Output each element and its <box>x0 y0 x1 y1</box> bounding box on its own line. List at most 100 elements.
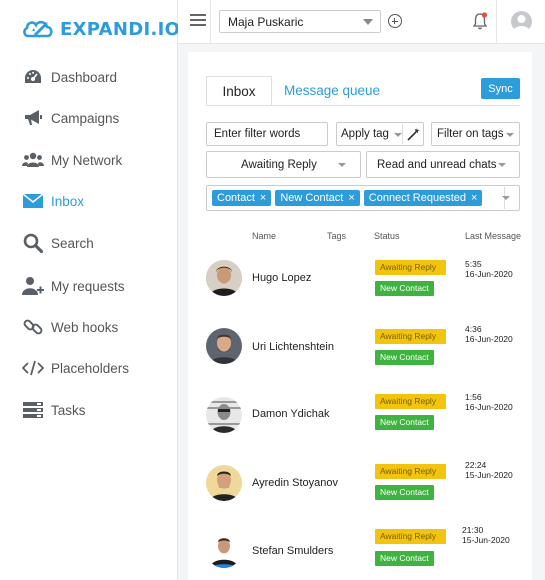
tabs-divider <box>206 105 520 106</box>
last-message-date: 15-Jun-2020 <box>462 535 510 545</box>
topbar: Maja Puskaric <box>178 0 545 44</box>
filter-words-placeholder: Enter filter words <box>214 128 301 140</box>
column-header-last-message[interactable]: Last Message <box>465 231 521 241</box>
table-row[interactable]: Ayredin Stoyanov Awaiting Reply New Cont… <box>204 453 524 521</box>
sidebar-item-inbox[interactable]: Inbox <box>22 189 84 213</box>
last-message-date: 15-Jun-2020 <box>465 470 513 480</box>
chip-new-contact[interactable]: New Contact × <box>275 190 360 206</box>
filter-on-tags-select[interactable]: Filter on tags <box>431 122 520 146</box>
sidebar-item-my-requests[interactable]: My requests <box>22 274 125 298</box>
table-row[interactable]: Uri Lichtenshtein Awaiting Reply New Con… <box>204 318 524 386</box>
user-avatar-icon[interactable] <box>511 11 532 32</box>
column-header-name[interactable]: Name <box>252 231 276 241</box>
column-header-tags[interactable]: Tags <box>327 231 346 241</box>
user-add-icon <box>22 275 44 297</box>
chip-connect-requested[interactable]: Connect Requested × <box>363 190 483 206</box>
sidebar-item-label: Dashboard <box>51 69 118 85</box>
sidebar-item-label: Tasks <box>51 402 86 418</box>
avatar <box>206 260 242 296</box>
link-icon <box>22 316 44 338</box>
apply-tag-select[interactable]: Apply tag <box>336 122 424 146</box>
last-message-time: 5:35 <box>465 259 482 269</box>
chevron-down-icon <box>394 133 402 137</box>
remove-chip-icon[interactable]: × <box>260 192 266 204</box>
status-badge-awaiting: Awaiting Reply <box>375 464 446 479</box>
last-message-date: 16-Jun-2020 <box>465 269 513 279</box>
inbox-panel: Inbox Message queue Sync Enter filter wo… <box>188 52 532 580</box>
avatar <box>206 328 242 364</box>
status-filter-select[interactable]: Awaiting Reply <box>206 151 361 178</box>
users-icon <box>22 149 44 171</box>
speedometer-icon <box>22 66 44 88</box>
contact-name[interactable]: Damon Ydichak <box>252 408 329 420</box>
add-account-icon[interactable] <box>388 14 402 28</box>
filter-on-tags-label: Filter on tags <box>437 128 504 140</box>
remove-chip-icon[interactable]: × <box>471 192 477 204</box>
chevron-down-icon <box>498 163 506 167</box>
chevron-down-icon <box>506 133 514 137</box>
status-badge-awaiting: Awaiting Reply <box>375 394 446 409</box>
read-filter-select[interactable]: Read and unread chats <box>366 151 520 178</box>
megaphone-icon <box>22 107 44 129</box>
table-row[interactable]: Hugo Lopez Awaiting Reply New Contact 5:… <box>204 248 524 316</box>
tag-chips-select[interactable]: Contact × New Contact × Connect Requested × <box>206 185 520 211</box>
topbar-divider <box>496 0 497 44</box>
brand-logo[interactable]: EXPANDI.IO <box>22 16 180 42</box>
status-badge-awaiting: Awaiting Reply <box>375 329 446 344</box>
table-row[interactable]: Stefan Smulders Awaiting Reply New Conta… <box>204 518 524 580</box>
tasks-icon <box>22 399 44 421</box>
chevron-down-icon <box>338 163 346 167</box>
status-badge-awaiting: Awaiting Reply <box>375 260 446 275</box>
sync-button[interactable]: Sync <box>481 78 520 99</box>
sidebar-item-label: Campaigns <box>51 110 120 126</box>
last-message-time: 21:30 <box>462 525 484 535</box>
menu-toggle-icon[interactable] <box>190 14 206 28</box>
sidebar: EXPANDI.IO Dashboard Campaigns My Networ… <box>0 0 180 580</box>
avatar <box>206 397 242 433</box>
tab-inbox[interactable]: Inbox <box>206 76 272 106</box>
sidebar-item-label: My requests <box>51 278 125 294</box>
search-icon <box>22 232 44 254</box>
chip-contact[interactable]: Contact × <box>212 190 272 206</box>
filter-words-input[interactable]: Enter filter words <box>206 122 328 146</box>
status-badge-new-contact: New Contact <box>375 415 434 430</box>
chip-label: Contact <box>217 192 255 204</box>
sidebar-item-tasks[interactable]: Tasks <box>22 398 86 422</box>
read-filter-value: Read and unread chats <box>377 158 497 171</box>
last-message-time: 22:24 <box>465 460 487 470</box>
last-message-time: 4:36 <box>465 324 482 334</box>
sidebar-item-search[interactable]: Search <box>22 231 94 255</box>
sidebar-item-label: Search <box>51 235 94 251</box>
magic-wand-icon[interactable] <box>407 128 420 141</box>
sidebar-item-my-network[interactable]: My Network <box>22 148 122 172</box>
chevron-down-icon <box>363 19 373 25</box>
sidebar-item-campaigns[interactable]: Campaigns <box>22 106 119 130</box>
field-divider <box>402 124 403 144</box>
bell-icon[interactable] <box>472 12 488 30</box>
last-message-date: 16-Jun-2020 <box>465 334 513 344</box>
code-icon <box>22 357 44 379</box>
table-row[interactable]: Damon Ydichak Awaiting Reply New Contact… <box>204 383 524 451</box>
brand-name: EXPANDI.IO <box>60 18 181 40</box>
contact-name[interactable]: Uri Lichtenshtein <box>252 341 334 353</box>
status-badge-new-contact: New Contact <box>375 551 434 566</box>
remove-chip-icon[interactable]: × <box>348 192 354 204</box>
column-header-status[interactable]: Status <box>374 231 400 241</box>
contact-name[interactable]: Ayredin Stoyanov <box>252 477 338 489</box>
status-badge-awaiting: Awaiting Reply <box>375 529 446 544</box>
account-select[interactable]: Maja Puskaric <box>219 10 381 33</box>
contact-name[interactable]: Stefan Smulders <box>252 545 333 557</box>
last-message-date: 16-Jun-2020 <box>465 402 513 412</box>
status-badge-new-contact: New Contact <box>375 350 434 365</box>
apply-tag-label: Apply tag <box>341 128 389 140</box>
avatar <box>206 532 242 568</box>
topbar-divider <box>210 0 211 44</box>
sidebar-item-dashboard[interactable]: Dashboard <box>22 65 117 89</box>
tab-message-queue[interactable]: Message queue <box>284 83 380 98</box>
sidebar-item-label: Web hooks <box>51 319 119 335</box>
sidebar-item-web-hooks[interactable]: Web hooks <box>22 315 118 339</box>
sidebar-item-placeholders[interactable]: Placeholders <box>22 356 129 380</box>
envelope-icon <box>22 190 44 212</box>
contact-name[interactable]: Hugo Lopez <box>252 272 311 284</box>
rocket-logo-icon <box>23 20 53 38</box>
